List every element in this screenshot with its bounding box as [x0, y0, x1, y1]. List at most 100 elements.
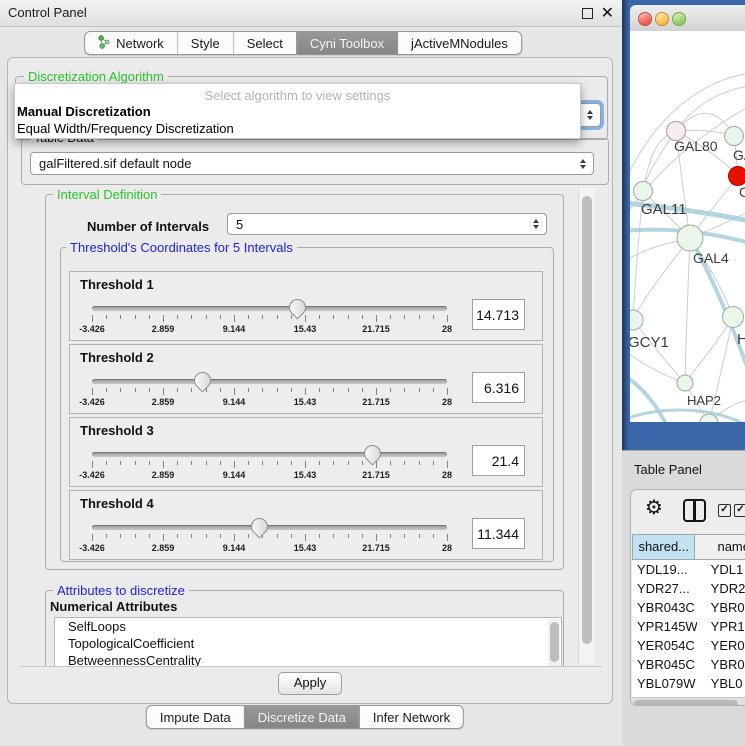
network-node-c[interactable] — [729, 167, 745, 186]
slider-track — [92, 452, 447, 457]
tick-mark — [163, 461, 164, 468]
tab-cyni-toolbox[interactable]: Cyni Toolbox — [296, 32, 397, 54]
cell-shared-name[interactable]: YER054C — [632, 636, 697, 655]
network-node-label: GCY1 — [630, 334, 669, 351]
tick-mark — [191, 461, 192, 465]
table-row[interactable]: YBR043CYBR0 — [632, 598, 745, 617]
cell-shared-name[interactable]: YDL19... — [632, 560, 697, 579]
network-node-gcy1[interactable] — [630, 310, 643, 330]
dropdown-option-manual-discretization[interactable]: Manual Discretization — [17, 104, 151, 119]
numerical-attributes-list[interactable]: SelfLoopsTopologicalCoefficientBetweenne… — [54, 617, 562, 667]
tick-mark — [305, 388, 306, 395]
threshold-slider[interactable]: -3.4262.8599.14415.4321.71528 — [92, 517, 447, 557]
network-view-window: GAL80GACGAL11GAL4GCY1HHAP2 — [630, 5, 745, 422]
panel-vertical-scrollbar[interactable] — [578, 188, 595, 664]
network-canvas[interactable]: GAL80GACGAL11GAL4GCY1HHAP2 — [630, 31, 745, 422]
network-edge-highlighted — [630, 410, 745, 422]
close-icon[interactable]: ✕ — [601, 1, 614, 25]
tab-jactivemnodules[interactable]: jActiveMNodules — [397, 32, 521, 54]
tab-style[interactable]: Style — [177, 32, 233, 54]
number-of-intervals-combobox[interactable]: 5 — [227, 213, 547, 235]
tick-mark — [362, 315, 363, 319]
settings-gear-icon[interactable]: ⚙ — [645, 495, 663, 519]
cell-name[interactable]: YDR2 — [697, 579, 745, 598]
network-graph: GAL80GACGAL11GAL4GCY1HHAP2 — [630, 31, 745, 422]
table-row[interactable]: YPR145WYPR1 — [632, 617, 745, 636]
cell-name[interactable]: YPR1 — [697, 617, 745, 636]
tick-mark — [262, 388, 263, 392]
table-horizontal-scrollbar[interactable] — [632, 697, 745, 706]
control-panel-titlebar: Control Panel ✕ — [0, 0, 622, 27]
checked-checkbox-icon[interactable]: ✓ — [734, 504, 745, 517]
mode-tab-infer-network[interactable]: Infer Network — [359, 706, 463, 728]
tick-mark — [404, 315, 405, 319]
network-node-gal11[interactable] — [634, 182, 653, 201]
cell-shared-name[interactable]: YPR145W — [632, 617, 697, 636]
tick-mark — [206, 315, 207, 319]
table-data-combobox[interactable]: galFiltered.sif default node — [30, 152, 594, 175]
tick-label: 21.715 — [362, 470, 390, 480]
table-row[interactable]: YER054CYER0 — [632, 636, 745, 655]
tick-label: 9.144 — [223, 470, 246, 480]
threshold-value-field[interactable]: 11.344 — [472, 518, 525, 549]
tick-mark — [92, 315, 93, 322]
tick-mark — [177, 461, 178, 465]
cell-name[interactable]: YER0 — [697, 636, 745, 655]
tick-mark — [277, 461, 278, 465]
tab-label: Cyni Toolbox — [310, 36, 384, 51]
apply-button[interactable]: Apply — [278, 672, 342, 695]
threshold-slider[interactable]: -3.4262.8599.14415.4321.71528 — [92, 298, 447, 338]
tick-mark — [135, 315, 136, 319]
tick-mark — [106, 461, 107, 465]
mode-tab-discretize-data[interactable]: Discretize Data — [244, 706, 359, 728]
network-edge — [633, 238, 690, 320]
tick-mark — [248, 388, 249, 392]
tick-mark — [348, 388, 349, 392]
table-row[interactable]: YBR045CYBR0 — [632, 655, 745, 674]
cell-name[interactable]: YBR0 — [697, 598, 745, 617]
tab-select[interactable]: Select — [233, 32, 296, 54]
tick-mark — [277, 534, 278, 538]
threshold-label: Threshold 3 — [80, 423, 154, 438]
split-view-icon[interactable] — [683, 499, 706, 522]
network-node-hap2[interactable] — [677, 375, 693, 391]
tick-label: 15.43 — [294, 470, 317, 480]
tick-mark — [191, 388, 192, 392]
threshold-slider[interactable]: -3.4262.8599.14415.4321.71528 — [92, 371, 447, 411]
float-window-icon[interactable] — [582, 8, 593, 19]
tab-label: Infer Network — [373, 710, 450, 725]
threshold-value-field[interactable]: 14.713 — [472, 299, 525, 330]
cell-shared-name[interactable]: YBR045C — [632, 655, 697, 674]
attribute-list-item[interactable]: SelfLoops — [55, 618, 561, 635]
table-row[interactable]: YBL079WYBL0 — [632, 674, 745, 693]
network-node-h[interactable] — [723, 307, 744, 328]
dropdown-option-equal-width-frequency[interactable]: Equal Width/Frequency Discretization — [17, 121, 234, 136]
minimize-traffic-light[interactable] — [655, 12, 669, 26]
cell-shared-name[interactable]: YBR043C — [632, 598, 697, 617]
mode-tab-impute-data[interactable]: Impute Data — [147, 706, 244, 728]
window-title: Control Panel — [8, 0, 87, 26]
column-header-shared-name[interactable]: shared... — [632, 534, 695, 560]
cell-name[interactable]: YBL0 — [697, 674, 745, 693]
table-row[interactable]: YDR27...YDR2 — [632, 579, 745, 598]
threshold-value-field[interactable]: 21.4 — [472, 445, 525, 476]
checked-checkbox-icon[interactable]: ✓ — [718, 504, 731, 517]
attribute-list-item[interactable]: BetweennessCentrality — [55, 652, 561, 667]
cell-name[interactable]: YBR0 — [697, 655, 745, 674]
close-traffic-light[interactable] — [638, 12, 652, 26]
zoom-traffic-light[interactable] — [672, 12, 686, 26]
attribute-list-item[interactable]: TopologicalCoefficient — [55, 635, 561, 652]
cell-shared-name[interactable]: YDR27... — [632, 579, 697, 598]
threshold-slider[interactable]: -3.4262.8599.14415.4321.71528 — [92, 444, 447, 484]
cell-shared-name[interactable]: YBL079W — [632, 674, 697, 693]
tick-label: -3.426 — [79, 543, 105, 553]
tab-network[interactable]: Network — [85, 32, 177, 54]
cell-name[interactable]: YDL1 — [697, 560, 745, 579]
network-node-gal4[interactable] — [677, 225, 703, 251]
column-header-name[interactable]: name — [695, 534, 745, 560]
list-scrollbar[interactable] — [548, 619, 560, 667]
table-row[interactable]: YDL19...YDL1 — [632, 560, 745, 579]
network-node-ga[interactable] — [725, 127, 744, 146]
tick-mark — [319, 388, 320, 392]
threshold-value-field[interactable]: 6.316 — [472, 372, 525, 403]
